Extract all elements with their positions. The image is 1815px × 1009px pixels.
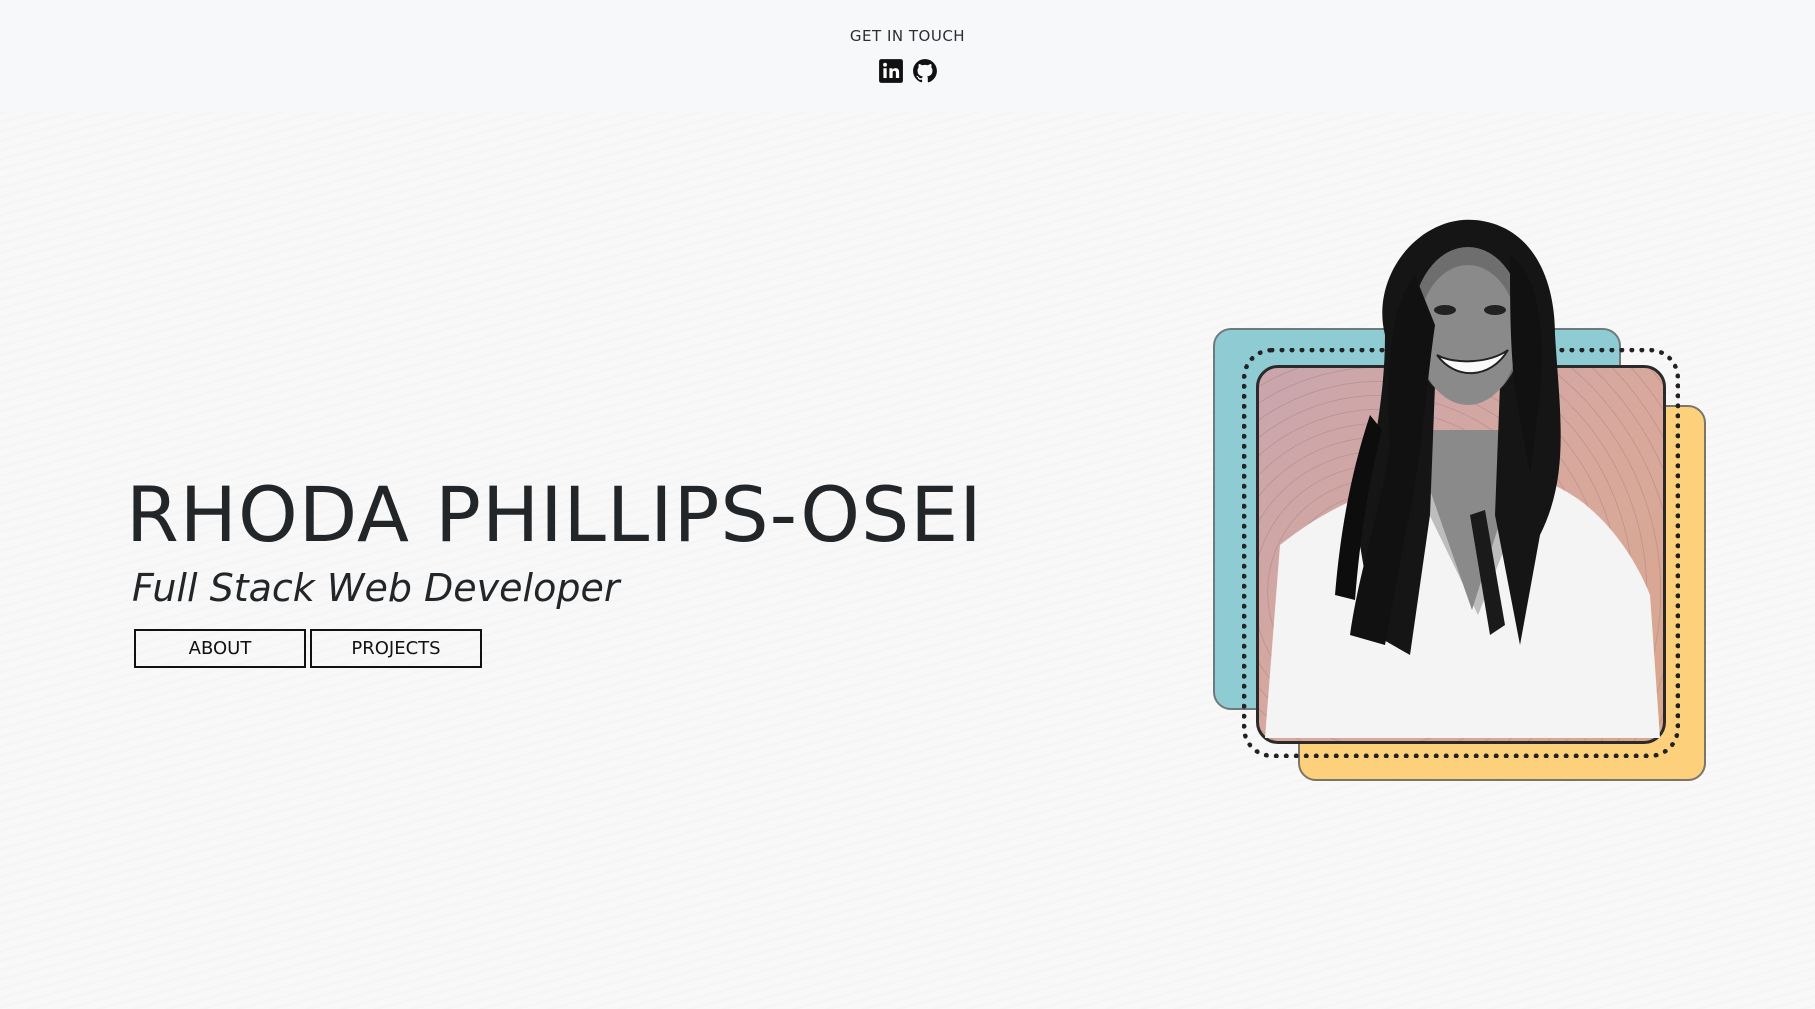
- portrait-graphic: [1210, 215, 1710, 785]
- linkedin-icon: [878, 59, 903, 83]
- projects-button[interactable]: PROJECTS: [310, 629, 482, 668]
- get-in-touch-label: GET IN TOUCH: [849, 27, 966, 45]
- developer-role: Full Stack Web Developer: [132, 566, 620, 610]
- github-icon: [912, 59, 937, 83]
- top-bar: GET IN TOUCH: [0, 0, 1815, 112]
- linkedin-link[interactable]: [878, 58, 904, 84]
- profile-portrait: [1265, 219, 1660, 738]
- about-button[interactable]: ABOUT: [134, 629, 306, 668]
- github-link[interactable]: [912, 58, 938, 84]
- developer-name: RHODA PHILLIPS-OSEI: [126, 470, 983, 559]
- social-links: [0, 58, 1815, 84]
